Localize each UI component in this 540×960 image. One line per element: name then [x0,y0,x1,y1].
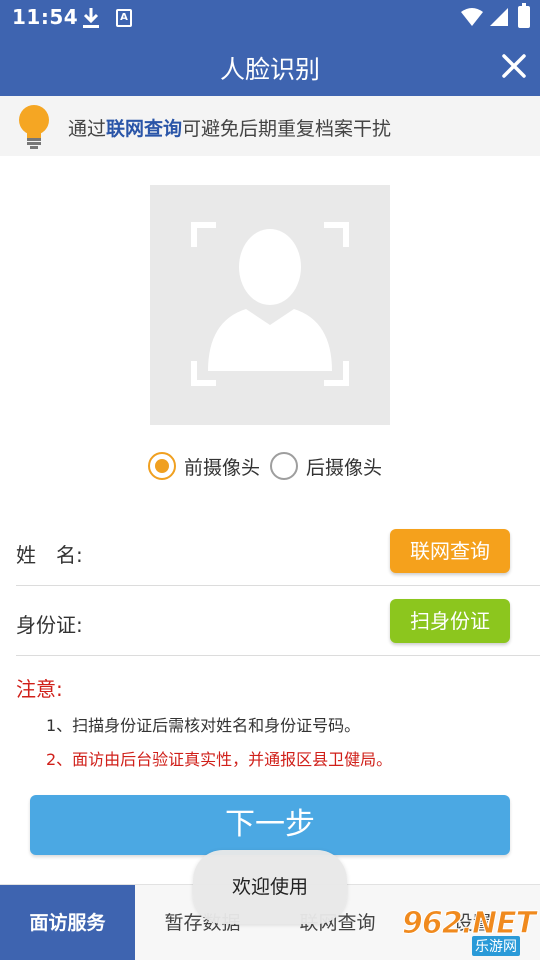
radio-front-label: 前摄像头 [184,456,261,479]
note-item-warning: 2、面访由后台验证真实性，并通报区县卫健局。 [46,750,393,769]
tip-prefix: 通过 [68,118,107,140]
close-icon[interactable] [498,50,530,82]
radio-circle-checked [148,452,176,480]
id-row: 身份证: 扫身份证 [0,587,540,655]
watermark-sub: 乐游网 [472,936,520,956]
name-label: 姓 名: [16,543,83,567]
wifi-icon [461,8,483,26]
face-preview[interactable] [150,185,390,425]
radio-rear-label: 后摄像头 [306,456,383,479]
page-title: 人脸识别 [219,55,320,84]
toast-message: 欢迎使用 [193,850,347,924]
nav-item-interview[interactable]: 面访服务 [0,885,135,960]
notes-heading: 注意: [16,677,63,701]
face-placeholder-icon [191,222,349,386]
tip-text: 通过联网查询可避免后期重复档案干扰 [68,114,391,141]
tip-suffix: 可避免后期重复档案干扰 [182,118,392,140]
radio-circle [270,452,299,480]
scan-id-button[interactable]: 扫身份证 [390,599,510,643]
divider [16,585,540,586]
camera-selector: 前摄像头 后摄像头 [148,450,392,482]
tip-link[interactable]: 联网查询 [106,118,182,140]
app-bar: 人脸识别 [0,36,540,96]
notification-icon: A [116,9,132,27]
radio-front-camera[interactable]: 前摄像头 [148,452,260,480]
watermark-logo: 962.NET 乐游网 [401,906,537,956]
status-bar: 11:54 A [0,0,540,36]
signal-icon [490,8,508,26]
lightbulb-icon [19,105,49,149]
online-query-button[interactable]: 联网查询 [390,529,510,573]
name-row: 姓 名: 联网查询 [0,517,540,585]
battery-icon [518,3,530,28]
note-item: 1、扫描身份证后需核对姓名和身份证号码。 [46,716,361,735]
radio-rear-camera[interactable]: 后摄像头 [270,452,382,480]
tip-bar: 通过联网查询可避免后期重复档案干扰 [0,96,540,156]
next-step-button[interactable]: 下一步 [30,795,510,855]
notes-section: 注意: 1、扫描身份证后需核对姓名和身份证号码。 2、面访由后台验证真实性，并通… [16,673,526,770]
status-time: 11:54 [12,5,79,29]
divider [16,655,540,656]
download-icon [83,8,99,28]
id-label: 身份证: [16,613,83,637]
